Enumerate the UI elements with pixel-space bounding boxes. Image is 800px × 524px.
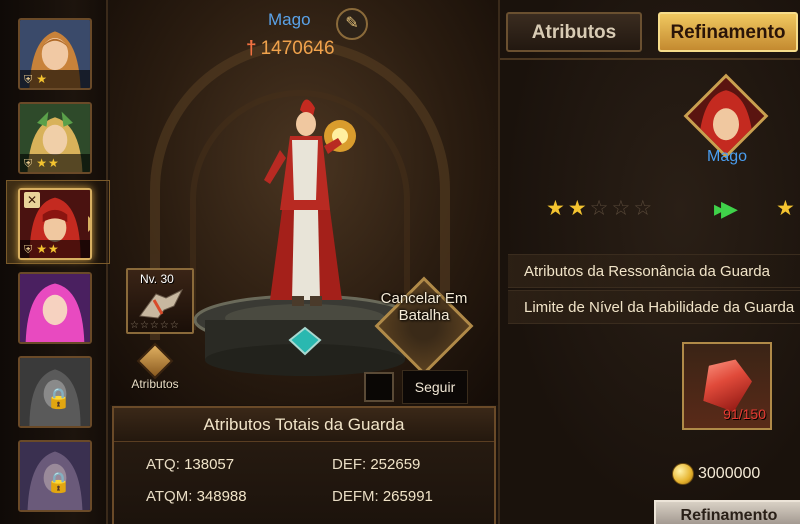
resonance-attributes-row[interactable]: Atributos da Ressonância da Guarda — [508, 254, 800, 288]
hero-name: Mago — [268, 10, 311, 29]
refine-material-slot[interactable]: 91/150 — [682, 342, 772, 430]
lock-icon: 🔒 — [46, 472, 71, 494]
edit-name-button[interactable]: ✎ — [336, 8, 368, 40]
cancel-battle-button[interactable]: Cancelar Em Batalha — [374, 276, 474, 376]
hero-slot-5[interactable]: 🔒 — [18, 356, 92, 428]
lock-icon: 🔒 — [46, 388, 71, 410]
gold-coin-icon — [672, 462, 694, 485]
tab-refine[interactable]: Refinamento — [658, 12, 798, 52]
helmet-icon: ⛨ — [24, 158, 34, 170]
mount-card[interactable]: Nv. 30 ☆☆☆☆☆ — [126, 268, 194, 334]
refine-hero-name: Mago — [706, 148, 748, 165]
hero-slot-1-stars: ⛨ ★ — [20, 70, 90, 88]
stat-atk: ATQ: 138057 — [146, 456, 235, 473]
refine-hero-portrait — [684, 78, 768, 159]
stat-def: DEF: 252659 — [332, 456, 421, 473]
attributes-icon — [136, 342, 174, 380]
mount-stars: ☆☆☆☆☆ — [130, 320, 180, 331]
hero-slot-4[interactable] — [18, 272, 92, 344]
current-stars: ★★☆☆☆ — [546, 196, 655, 221]
total-attributes-panel: Atributos Totais da Guarda ATQ: 138057 D… — [112, 406, 496, 524]
hero-portrait-4 — [20, 274, 90, 342]
stat-mdef: DEFM: 265991 — [332, 488, 433, 505]
refine-panel: Atributos Refinamento Mago ★★☆☆☆ ▸▶ ★ At… — [498, 0, 800, 524]
cancel-battle-label: Cancelar Em Batalha — [380, 290, 468, 324]
next-star-icon: ★ — [776, 197, 795, 220]
hero-slot-3-stars: ⛨ ★★ — [20, 240, 90, 258]
star-empty-icon: ☆ — [611, 197, 634, 220]
star-empty-icon: ☆ — [589, 197, 612, 220]
refine-hero-avatar — [683, 73, 769, 159]
helmet-icon: ⛨ — [24, 244, 34, 256]
refine-cost: 3000000 — [672, 460, 760, 488]
star-icon: ★ — [546, 197, 568, 220]
total-attributes-title: Atributos Totais da Guarda — [114, 408, 494, 442]
attributes-button[interactable]: Atributos — [120, 342, 190, 398]
hero-list: ⛨ ★ ⛨ ★★ ✕ ⛨ ★★ 🔒 🔒 — [0, 0, 110, 524]
follow-label[interactable]: Seguir — [402, 370, 468, 404]
hero-slot-2-stars: ⛨ ★★ — [20, 154, 90, 172]
mount-level: Nv. 30 — [140, 272, 174, 286]
upgrade-arrow-icon: ▸▶ — [714, 196, 738, 221]
in-battle-mark-icon: ✕ — [24, 192, 40, 208]
hero-slot-3[interactable]: ✕ ⛨ ★★ — [18, 188, 92, 260]
follow-checkbox[interactable] — [364, 372, 394, 402]
power-icon: † — [246, 38, 257, 59]
refine-button[interactable]: Refinamento — [654, 500, 800, 524]
stat-matk: ATQM: 348988 — [146, 488, 247, 505]
hero-showcase: Mago ✎ † 1470646 Nv. 30 ☆☆☆☆☆ Atributos … — [110, 0, 498, 405]
skill-level-limit-row[interactable]: Limite de Nível da Habilidade da Guarda — [508, 290, 800, 324]
pencil-icon: ✎ — [345, 15, 359, 32]
hero-slot-1[interactable]: ⛨ ★ — [18, 18, 92, 90]
hero-figure — [264, 99, 356, 306]
tab-attributes[interactable]: Atributos — [506, 12, 642, 52]
mount-icon — [139, 288, 184, 319]
tab-divider — [500, 58, 800, 60]
hero-slot-2[interactable]: ⛨ ★★ — [18, 102, 92, 174]
hero-slot-6[interactable]: 🔒 — [18, 440, 92, 512]
red-gem-icon — [697, 352, 757, 415]
star-icon: ★ — [567, 197, 590, 220]
star-empty-icon: ☆ — [633, 197, 656, 220]
combat-power: † 1470646 — [246, 38, 335, 59]
material-count: 91/150 — [723, 406, 766, 422]
helmet-icon: ⛨ — [24, 74, 34, 86]
follow-toggle[interactable]: Seguir — [364, 370, 468, 404]
